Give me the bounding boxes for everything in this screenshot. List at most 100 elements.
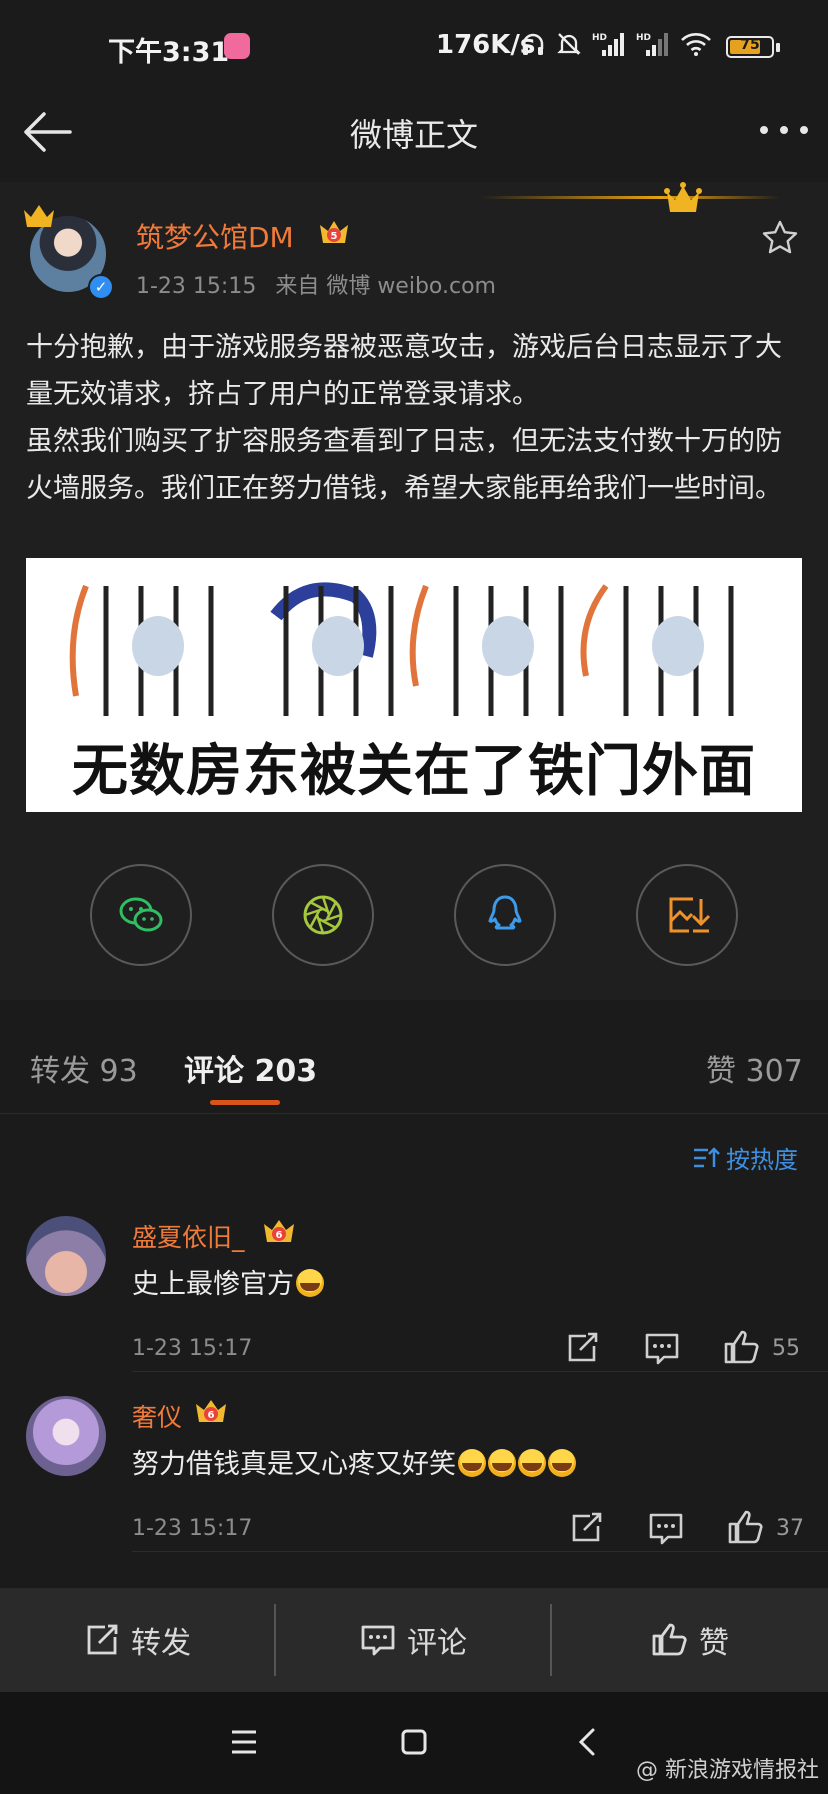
reply-comment-icon[interactable] bbox=[646, 1508, 686, 1548]
like-label: 赞 bbox=[699, 1626, 729, 1661]
battery-percent: 75 bbox=[740, 37, 760, 53]
system-nav-bar: @ 新浪游戏情报社 bbox=[0, 1692, 828, 1794]
favorite-star-icon[interactable] bbox=[760, 218, 800, 258]
battery-indicator: 75 bbox=[726, 36, 774, 58]
vip-badge-icon: 6 bbox=[196, 1400, 226, 1422]
back-chevron-icon[interactable] bbox=[566, 1720, 610, 1764]
verified-badge-icon: ✓ bbox=[88, 274, 114, 300]
share-qq-button[interactable] bbox=[454, 864, 556, 966]
commenter-name[interactable]: 盛夏依旧_ bbox=[132, 1218, 245, 1254]
tab-likes-label: 赞 bbox=[706, 1054, 736, 1089]
image-caption: 无数房东被关在了铁门外面 bbox=[72, 739, 756, 804]
tab-comments-label: 评论 bbox=[184, 1054, 244, 1089]
vip-badge-icon: 5 bbox=[320, 221, 348, 243]
laugh-cry-emoji-icon bbox=[296, 1269, 324, 1297]
signal-hd-2-icon: HD bbox=[636, 33, 668, 56]
status-time: 下午3:31 bbox=[108, 37, 230, 68]
menu-icon[interactable] bbox=[222, 1720, 266, 1764]
divider bbox=[132, 1551, 828, 1552]
tab-comments-count: 203 bbox=[254, 1054, 318, 1089]
svg-text:6: 6 bbox=[276, 1230, 283, 1241]
svg-text:6: 6 bbox=[208, 1410, 215, 1421]
post-meta: 1-23 15:15 来自 微博 weibo.com bbox=[136, 268, 508, 300]
divider bbox=[132, 1371, 828, 1372]
svg-text:HD: HD bbox=[636, 33, 651, 43]
comment-time: 1-23 15:17 bbox=[132, 1336, 253, 1361]
commenter-avatar[interactable] bbox=[26, 1216, 106, 1296]
comment-button[interactable]: 评论 bbox=[276, 1588, 550, 1692]
home-square-icon[interactable] bbox=[392, 1720, 436, 1764]
save-image-icon bbox=[669, 897, 711, 933]
post-image[interactable]: 无数房东被关在了铁门外面 bbox=[26, 558, 802, 812]
share-moments-button[interactable] bbox=[272, 864, 374, 966]
save-image-button[interactable] bbox=[636, 864, 738, 966]
laugh-cry-emoji-icon bbox=[458, 1449, 486, 1477]
vip-badge-icon: 6 bbox=[264, 1220, 294, 1242]
share-row bbox=[90, 864, 738, 968]
commenter-name[interactable]: 奢仪 bbox=[132, 1398, 182, 1434]
avatar-crown-icon bbox=[24, 205, 54, 227]
repost-comment-icon[interactable] bbox=[566, 1508, 606, 1548]
author-name[interactable]: 筑梦公馆DM bbox=[136, 216, 294, 256]
sort-icon bbox=[694, 1146, 720, 1167]
headphones-icon bbox=[522, 33, 544, 55]
repost-button[interactable]: 转发 bbox=[0, 1588, 274, 1692]
repost-label: 转发 bbox=[131, 1626, 191, 1661]
bilibili-app-icon bbox=[224, 33, 250, 59]
repost-icon bbox=[87, 1624, 118, 1655]
post-date: 1-23 15:15 bbox=[136, 274, 257, 299]
status-icons: HD HD bbox=[520, 30, 712, 58]
post-body: 十分抱歉，由于游戏服务器被恶意攻击，游戏后台日志显示了大量无效请求，挤占了用户的… bbox=[26, 324, 806, 512]
tab-repost-count: 93 bbox=[99, 1054, 138, 1089]
bottom-action-bar: 转发 评论 赞 bbox=[0, 1588, 828, 1692]
comment-like-count: 55 bbox=[772, 1336, 800, 1361]
active-tab-indicator bbox=[210, 1100, 280, 1105]
post-source: 来自 微博 weibo.com bbox=[275, 274, 496, 299]
tab-repost-label: 转发 bbox=[30, 1054, 90, 1089]
sort-label: 按热度 bbox=[726, 1146, 798, 1174]
qq-icon bbox=[488, 895, 522, 930]
like-comment-icon[interactable] bbox=[722, 1328, 762, 1368]
comment-text-body: 努力借钱真是又心疼又好笑 bbox=[132, 1449, 456, 1480]
post-card: ✓ 筑梦公馆DM 5 1-23 15:15 来自 微博 weibo.com 十分… bbox=[0, 182, 828, 1000]
post-tabs: 转发 93 评论 203 赞 307 bbox=[0, 1010, 828, 1114]
comment-text: 史上最惨官方 bbox=[132, 1262, 324, 1301]
more-button[interactable] bbox=[754, 102, 814, 162]
tab-comments[interactable]: 评论 203 bbox=[184, 1046, 317, 1090]
mute-bell-icon bbox=[557, 33, 581, 55]
like-comment-icon[interactable] bbox=[726, 1508, 766, 1548]
commenter-avatar[interactable] bbox=[26, 1396, 106, 1476]
more-dots-icon bbox=[760, 126, 808, 134]
meme-figures bbox=[69, 582, 734, 716]
crown-icon bbox=[664, 182, 702, 212]
comment-item: 盛夏依旧_ 6 史上最惨官方 1-23 15:17 55 bbox=[0, 1216, 828, 1372]
comment-item: 奢仪 6 努力借钱真是又心疼又好笑 1-23 15:17 37 bbox=[0, 1396, 828, 1552]
wifi-icon bbox=[681, 33, 711, 56]
author-avatar[interactable]: ✓ bbox=[22, 202, 114, 300]
tab-likes-count: 307 bbox=[745, 1054, 803, 1089]
reply-comment-icon[interactable] bbox=[642, 1328, 682, 1368]
svg-text:HD: HD bbox=[592, 33, 607, 43]
laugh-cry-emoji-icon bbox=[548, 1449, 576, 1477]
top-nav: 微博正文 bbox=[0, 96, 828, 176]
laugh-cry-emoji-icon bbox=[488, 1449, 516, 1477]
share-wechat-button[interactable] bbox=[90, 864, 192, 966]
decor-line bbox=[480, 196, 780, 199]
repost-comment-icon[interactable] bbox=[562, 1328, 602, 1368]
tab-likes[interactable]: 赞 307 bbox=[706, 1046, 803, 1090]
signal-hd-icon: HD bbox=[592, 33, 624, 56]
page-title: 微博正文 bbox=[349, 116, 478, 154]
sort-by-hot-button[interactable]: 按热度 bbox=[692, 1140, 798, 1175]
status-bar: 下午3:31 176K/s HD HD 75 bbox=[0, 0, 828, 96]
watermark: @ 新浪游戏情报社 bbox=[636, 1758, 819, 1783]
tab-repost[interactable]: 转发 93 bbox=[30, 1046, 138, 1090]
battery-cap bbox=[776, 43, 780, 52]
thumbs-up-icon bbox=[652, 1623, 687, 1656]
svg-text:5: 5 bbox=[331, 231, 338, 242]
comment-text: 努力借钱真是又心疼又好笑 bbox=[132, 1442, 576, 1481]
comment-text-body: 史上最惨官方 bbox=[132, 1269, 294, 1300]
comment-label: 评论 bbox=[407, 1626, 467, 1661]
comment-like-count: 37 bbox=[776, 1516, 804, 1541]
like-button[interactable]: 赞 bbox=[552, 1588, 828, 1692]
post-paragraph-1: 十分抱歉，由于游戏服务器被恶意攻击，游戏后台日志显示了大量无效请求，挤占了用户的… bbox=[26, 332, 782, 410]
